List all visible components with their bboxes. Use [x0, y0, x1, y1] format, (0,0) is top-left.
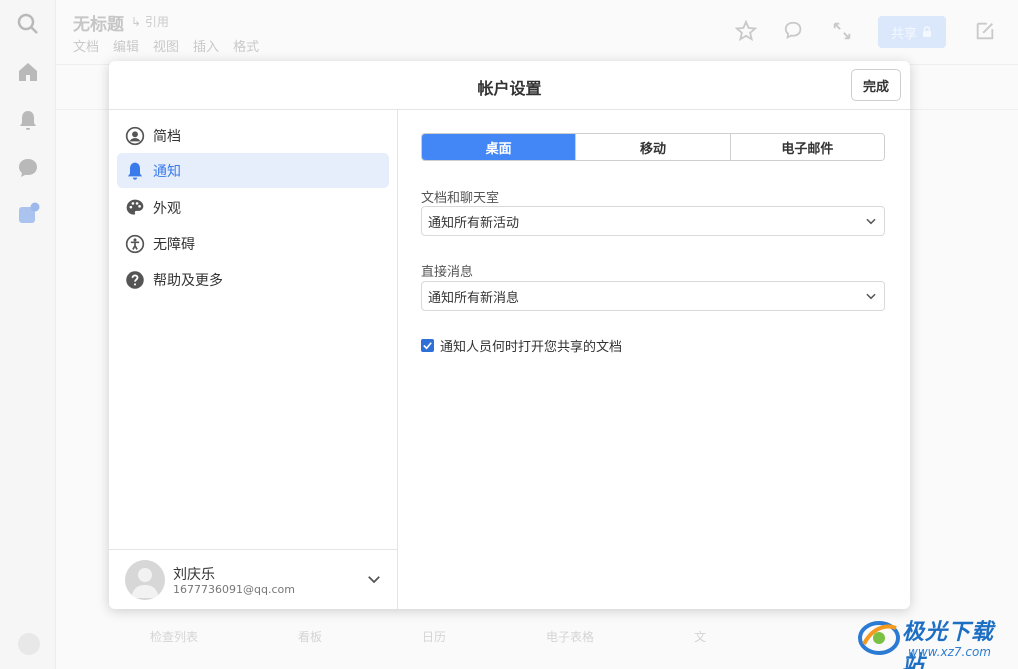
notification-tabs: 桌面 移动 电子邮件 [421, 133, 885, 161]
watermark: 极光下载站 www.xz7.com [856, 612, 1016, 669]
help-icon [125, 270, 145, 290]
user-email: 1677736091@qq.com [173, 583, 295, 596]
notify-open-checkbox[interactable] [421, 339, 434, 352]
shortcut-checklist[interactable]: 检查列表 [150, 628, 198, 645]
chat-icon[interactable] [16, 156, 40, 180]
sidebar-item-help[interactable]: 帮助及更多 [117, 262, 389, 297]
shortcut-kanban[interactable]: 看板 [298, 628, 322, 645]
bell-icon [125, 161, 145, 181]
sidebar-item-label: 通知 [153, 163, 181, 180]
accessibility-icon [125, 234, 145, 254]
sidebar-item-label: 无障碍 [153, 236, 195, 253]
sidebar-item-label: 简档 [153, 128, 181, 145]
bell-icon[interactable] [16, 108, 40, 132]
docs-chat-label: 文档和聊天室 [421, 191, 500, 206]
direct-messages-select[interactable]: 通知所有新消息 [421, 281, 885, 311]
home-icon[interactable] [16, 60, 40, 84]
share-button[interactable]: 共享 [878, 16, 946, 48]
menu-edit[interactable]: 编辑 [113, 36, 139, 55]
notify-open-shared-doc: 通知人员何时打开您共享的文档 [421, 336, 622, 355]
direct-messages-value: 通知所有新消息 [428, 290, 520, 306]
notification-settings: 桌面 移动 电子邮件 文档和聊天室 通知所有新活动 直接消息 通知所有新消息 通… [398, 110, 910, 609]
settings-sidebar: 简档 通知 外观 无障碍 帮助及更多 刘庆乐 1677736091@qq.com [109, 110, 398, 609]
palette-icon [125, 198, 145, 218]
comments-icon[interactable] [783, 20, 805, 42]
share-label: 共享 [890, 26, 917, 42]
shortcut-calendar[interactable]: 日历 [422, 628, 446, 645]
left-rail [0, 0, 56, 669]
tab-mobile[interactable]: 移动 [576, 134, 731, 160]
search-icon[interactable] [16, 12, 40, 36]
chevron-down-icon [866, 218, 876, 225]
menu-insert[interactable]: 插入 [193, 36, 219, 55]
profile-icon [125, 126, 145, 146]
rail-avatar[interactable] [18, 633, 40, 655]
direct-messages-title: 直接消息 [421, 265, 474, 280]
watermark-name: 极光下载站 [902, 620, 995, 669]
avatar [125, 560, 165, 600]
expand-icon[interactable] [831, 20, 853, 42]
account-settings-dialog: 帐户设置 完成 简档 通知 外观 无障碍 帮助及更多 刘庆乐 167773609… [109, 61, 910, 609]
dialog-header: 帐户设置 完成 [109, 61, 910, 110]
compose-icon[interactable] [974, 20, 996, 42]
sidebar-item-label: 帮助及更多 [153, 272, 223, 289]
sidebar-item-accessibility[interactable]: 无障碍 [117, 226, 389, 261]
star-icon[interactable] [735, 20, 757, 42]
done-button[interactable]: 完成 [851, 69, 901, 101]
doc-title[interactable]: 无标题 [73, 10, 124, 35]
sidebar-item-label: 外观 [153, 200, 181, 217]
sidebar-item-appearance[interactable]: 外观 [117, 190, 389, 225]
sidebar-item-profile[interactable]: 简档 [117, 118, 389, 153]
checkmark-icon [423, 342, 432, 350]
doc-menu: 文档 编辑 视图 插入 格式 [73, 36, 259, 55]
sidebar-item-notifications[interactable]: 通知 [117, 153, 389, 188]
shortcut-doc[interactable]: 文 [694, 628, 706, 645]
docs-chat-select[interactable]: 通知所有新活动 [421, 206, 885, 236]
tasks-icon[interactable] [16, 202, 40, 226]
chevron-down-icon [866, 293, 876, 300]
account-switcher[interactable]: 刘庆乐 1677736091@qq.com [109, 549, 397, 609]
tab-email[interactable]: 电子邮件 [730, 134, 884, 160]
tab-desktop[interactable]: 桌面 [422, 134, 577, 160]
chevron-down-icon[interactable] [365, 570, 383, 588]
dialog-title: 帐户设置 [477, 79, 542, 98]
menu-file[interactable]: 文档 [73, 36, 99, 55]
menu-view[interactable]: 视图 [153, 36, 179, 55]
user-name: 刘庆乐 [173, 567, 215, 583]
docs-chat-value: 通知所有新活动 [428, 215, 520, 231]
shortcut-spreadsheet[interactable]: 电子表格 [546, 628, 594, 645]
watermark-url: www.xz7.com [908, 645, 991, 659]
watermark-logo-icon [858, 621, 900, 655]
cite-link[interactable]: ↳ 引用 [131, 13, 169, 30]
lock-icon [923, 26, 931, 37]
menu-format[interactable]: 格式 [233, 36, 259, 55]
checkbox-label[interactable]: 通知人员何时打开您共享的文档 [440, 336, 622, 355]
doc-header: 无标题 ↳ 引用 文档 编辑 视图 插入 格式 共享 [56, 0, 1018, 64]
cite-label: 引用 [144, 15, 169, 29]
insert-shortcuts: 检查列表 看板 日历 电子表格 文 [150, 628, 706, 645]
